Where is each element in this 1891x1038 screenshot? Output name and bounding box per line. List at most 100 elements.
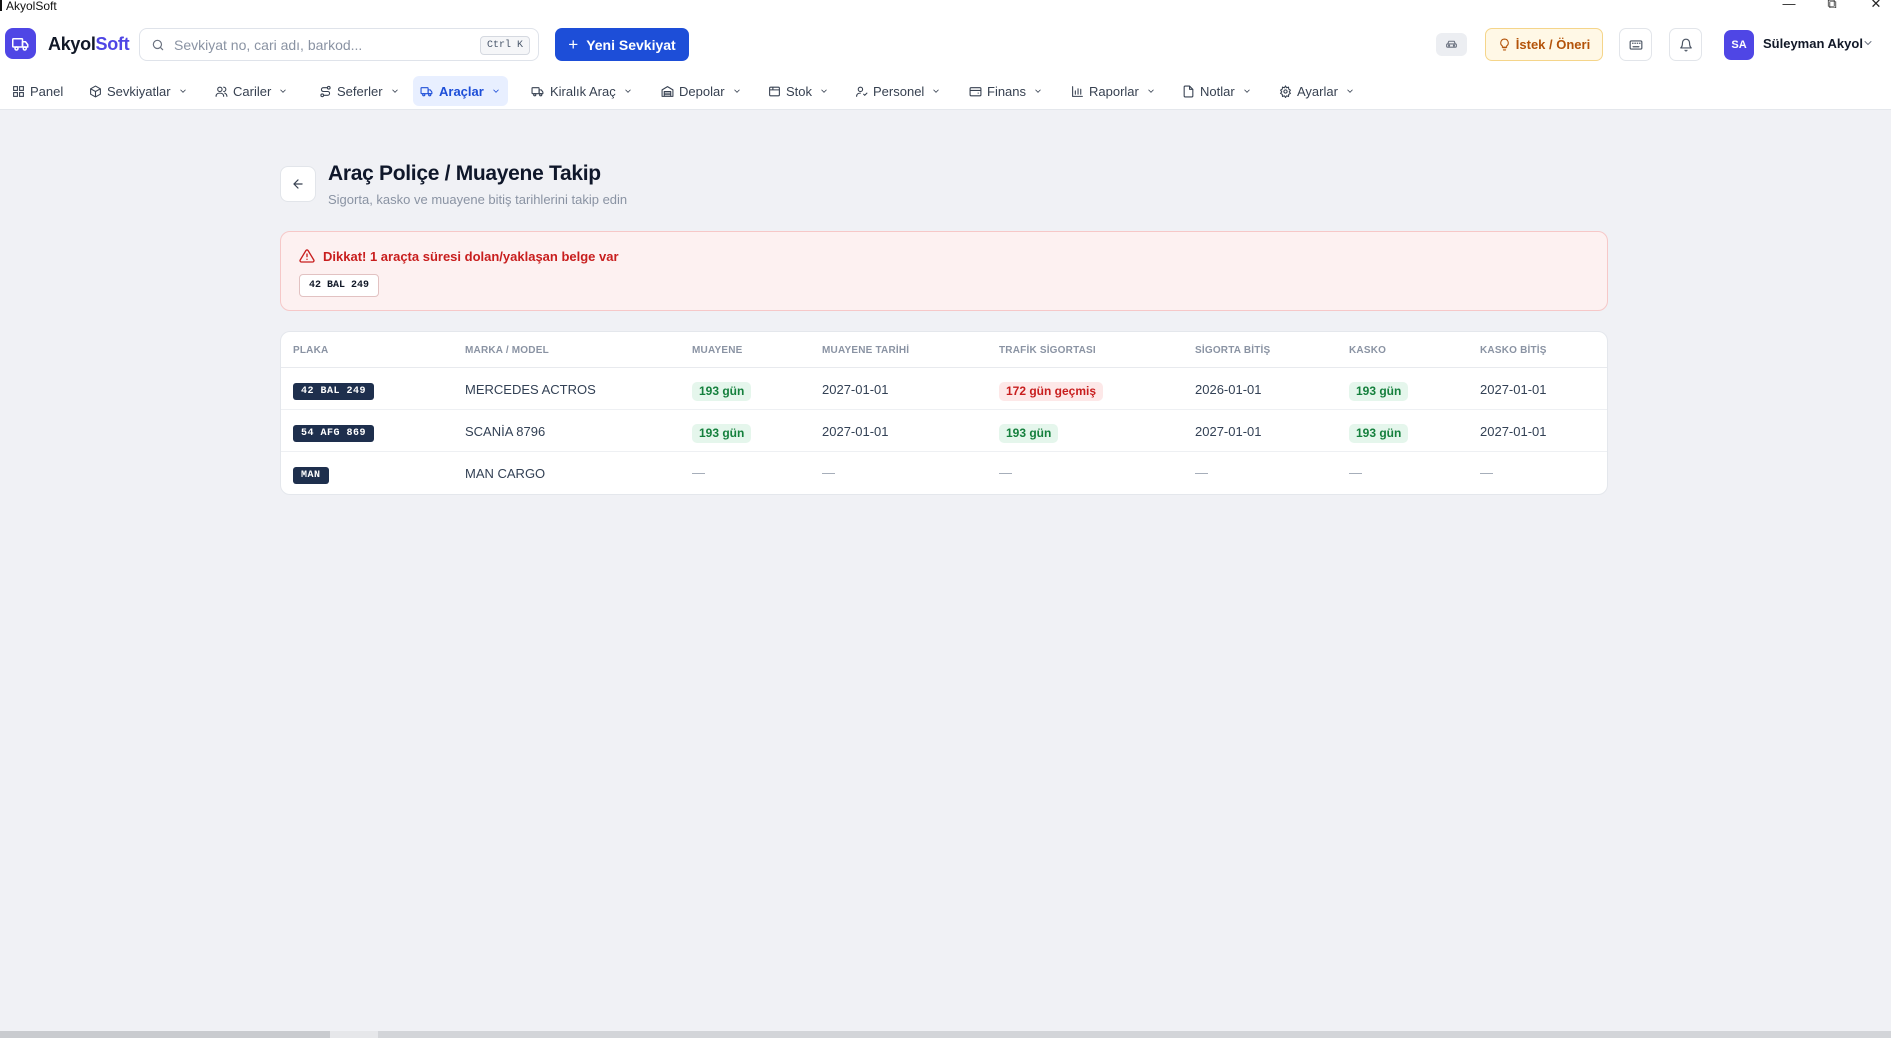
nav-label: Notlar	[1200, 83, 1235, 99]
alert-message: Dikkat! 1 araçta süresi dolan/yaklaşan b…	[323, 249, 619, 264]
column-header: MUAYENE	[692, 345, 743, 356]
package-icon	[90, 85, 101, 97]
nav-label: Seferler	[337, 83, 383, 99]
table-row[interactable]: 54 AFG 869 SCANİA 8796 193 gün 2027-01-0…	[281, 410, 1607, 452]
vehicle-model: MERCEDES ACTROS	[465, 382, 596, 397]
chevron-down-icon	[280, 89, 287, 93]
bar-chart-icon	[1072, 85, 1083, 97]
notifications-button[interactable]	[1669, 28, 1702, 61]
kasko-end-date: 2027-01-01	[1480, 424, 1547, 439]
table-row[interactable]: 42 BAL 249 MERCEDES ACTROS 193 gün 2027-…	[281, 368, 1607, 410]
plate-badge: MAN	[293, 467, 329, 484]
nav-item-personel[interactable]: Personel	[848, 76, 948, 106]
app-logo[interactable]	[5, 28, 36, 59]
gear-icon	[1279, 84, 1292, 98]
user-avatar[interactable]: SA	[1724, 30, 1754, 60]
brand-part-2: Soft	[95, 34, 130, 54]
kasko-end-date: 2027-01-01	[1480, 382, 1547, 397]
nav-item-seferler[interactable]: Seferler	[312, 76, 407, 106]
suggestion-button[interactable]: İstek / Öneri	[1485, 28, 1603, 61]
chevron-down-icon[interactable]	[1862, 37, 1874, 49]
column-header: PLAKA	[293, 345, 329, 356]
new-shipment-label: Yeni Sevkiyat	[586, 36, 676, 53]
plate-badge: 42 BAL 249	[293, 383, 375, 400]
inspection-status-badge: 193 gün	[692, 382, 752, 401]
insurance-end-date: 2026-01-01	[1195, 382, 1262, 397]
suggestion-label: İstek / Öneri	[1515, 37, 1591, 52]
brand-part-1: Akyol	[48, 34, 96, 54]
nav-item-raporlar[interactable]: Raporlar	[1064, 76, 1163, 106]
plus-icon: +	[568, 35, 579, 54]
plate-badge: 54 AFG 869	[293, 425, 375, 442]
window-title-bar: AkyolSoft — ⧉ ✕	[0, 0, 1891, 13]
users-icon	[215, 86, 228, 97]
search-icon	[152, 39, 164, 51]
column-header: KASKO	[1349, 345, 1387, 356]
nav-label: Ayarlar	[1297, 83, 1338, 99]
nav-item-sevkiyatlar[interactable]: Sevkiyatlar	[82, 76, 195, 106]
nav-label: Stok	[786, 83, 813, 99]
lightbulb-icon	[1500, 38, 1509, 51]
maximize-button[interactable]: ⧉	[1822, 0, 1842, 12]
chevron-down-icon	[493, 89, 499, 93]
warning-icon	[299, 249, 315, 263]
scrollbar-thumb[interactable]	[0, 1031, 330, 1038]
inspection-empty: —	[692, 465, 705, 480]
column-header: MARKA / MODEL	[465, 345, 549, 356]
horizontal-scrollbar[interactable]	[0, 1031, 1891, 1038]
column-header: TRAFİK SİGORTASI	[999, 345, 1096, 356]
nav-item-finans[interactable]: Finans	[962, 76, 1050, 106]
nav-item-kiralik-arac[interactable]: Kiralık Araç	[524, 76, 640, 106]
nav-label: Panel	[30, 83, 64, 99]
brand-name: AkyolSoft	[48, 34, 130, 55]
chevron-down-icon	[1347, 89, 1353, 93]
window-title: AkyolSoft	[6, 0, 57, 13]
user-icon	[856, 86, 868, 97]
vehicle-status-button[interactable]	[1436, 33, 1467, 56]
close-window-button[interactable]: ✕	[1866, 0, 1886, 12]
inspection-date-empty: —	[822, 465, 835, 480]
inspection-date: 2027-01-01	[822, 424, 889, 439]
nav-item-araclar[interactable]: Araçlar	[413, 76, 508, 106]
alert-plate-chip[interactable]: 42 BAL 249	[299, 274, 380, 297]
new-shipment-button[interactable]: + Yeni Sevkiyat	[555, 28, 689, 61]
main-nav: Panel Sevkiyatlar Cariler Seferler Araçl…	[0, 72, 1891, 110]
table-row[interactable]: MAN MAN CARGO — — — — — —	[281, 452, 1607, 494]
global-search[interactable]: Ctrl K	[139, 28, 539, 61]
policy-table: PLAKA MARKA / MODEL MUAYENE MUAYENE TARİ…	[280, 331, 1608, 495]
keyboard-shortcuts-button[interactable]	[1619, 28, 1652, 61]
kasko-status-badge: 193 gün	[1349, 424, 1409, 443]
user-name[interactable]: Süleyman Akyol	[1763, 36, 1863, 51]
traffic-insurance-empty: —	[999, 465, 1012, 480]
truck-icon	[11, 37, 28, 51]
nav-label: Personel	[873, 83, 925, 99]
nav-label: Depolar	[679, 83, 725, 99]
nav-item-stok[interactable]: Stok	[761, 76, 836, 106]
nav-item-depolar[interactable]: Depolar	[654, 76, 749, 106]
title-bar-marker	[0, 0, 2, 11]
chevron-down-icon	[733, 89, 740, 93]
nav-item-cariler[interactable]: Cariler	[208, 76, 295, 106]
chevron-down-icon	[179, 89, 186, 93]
chevron-down-icon	[1243, 89, 1250, 93]
file-icon	[1183, 85, 1194, 97]
route-icon	[320, 85, 331, 97]
minimize-button[interactable]: —	[1779, 0, 1799, 11]
kasko-status-badge: 193 gün	[1349, 382, 1409, 401]
warehouse-icon	[661, 85, 674, 97]
nav-item-notlar[interactable]: Notlar	[1175, 76, 1259, 106]
traffic-insurance-status-badge: 172 gün geçmiş	[999, 382, 1104, 401]
table-header: PLAKA MARKA / MODEL MUAYENE MUAYENE TARİ…	[281, 332, 1607, 368]
nav-label: Kiralık Araç	[550, 83, 616, 99]
search-input[interactable]	[174, 36, 474, 54]
inspection-status-badge: 193 gün	[692, 424, 752, 443]
box-icon	[769, 86, 780, 96]
column-header: MUAYENE TARİHİ	[822, 345, 910, 356]
nav-item-panel[interactable]: Panel	[5, 76, 70, 106]
nav-label: Raporlar	[1089, 83, 1139, 99]
nav-item-ayarlar[interactable]: Ayarlar	[1272, 76, 1362, 106]
search-shortcut-hint: Ctrl K	[479, 36, 530, 55]
back-button[interactable]	[280, 166, 316, 202]
nav-label: Finans	[987, 83, 1027, 99]
column-header: KASKO BİTİŞ	[1480, 345, 1547, 356]
